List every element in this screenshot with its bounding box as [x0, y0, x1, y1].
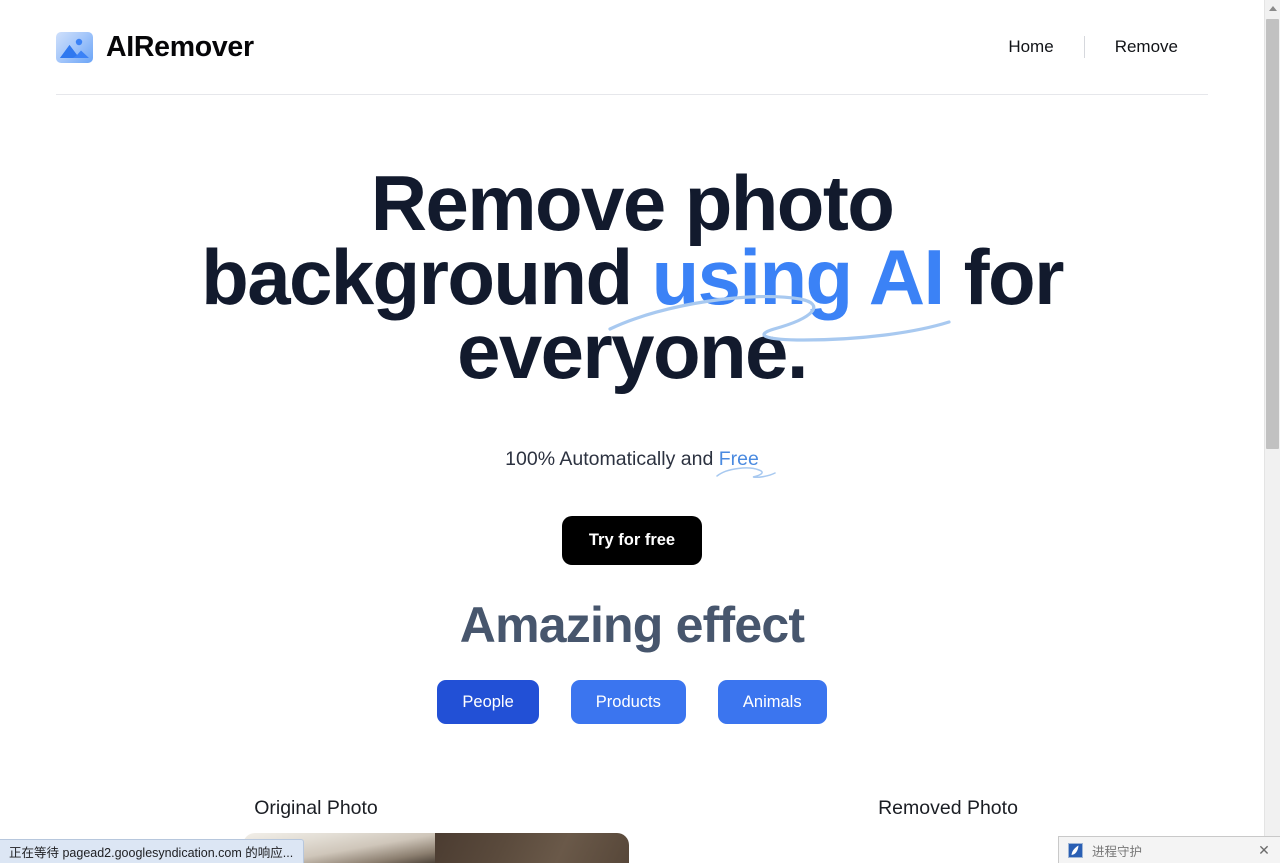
shield-app-icon	[1068, 842, 1083, 858]
close-icon[interactable]: ✕	[1255, 841, 1273, 859]
hero-title-highlight-text: using AI	[651, 233, 946, 321]
hero-subtitle-prefix: 100% Automatically and	[505, 448, 719, 470]
tab-animals[interactable]: Animals	[717, 680, 827, 725]
header-inner: AIRemover Home Remove	[56, 0, 1208, 95]
page-content: AIRemover Home Remove Remove photo backg…	[0, 0, 1264, 863]
nav-link-remove[interactable]: Remove	[1085, 31, 1208, 63]
tab-people[interactable]: People	[437, 680, 539, 725]
amazing-effect-section: Amazing effect People Products Animals	[0, 596, 1264, 725]
photo-preview-right-half	[435, 833, 629, 863]
hero-subtitle-highlight-text: Free	[718, 448, 759, 470]
main-nav: Home Remove	[978, 31, 1208, 63]
nav-link-home[interactable]: Home	[978, 31, 1083, 63]
original-photo-label: Original Photo	[254, 797, 378, 819]
hero-subtitle-highlight: Free	[715, 448, 776, 478]
browser-status-bar: 正在等待 pagead2.googlesyndication.com 的响应..…	[0, 839, 305, 863]
vertical-scrollbar[interactable]	[1264, 0, 1280, 863]
hero-title-highlight: using AI	[608, 233, 951, 342]
tab-products[interactable]: Products	[570, 680, 686, 725]
tray-notification[interactable]: 进程守护 ✕	[1058, 836, 1280, 863]
hero-section: Remove photo background using AI for eve…	[0, 96, 1264, 566]
try-for-free-button[interactable]: Try for free	[561, 516, 703, 566]
removed-photo-column: Removed Photo	[632, 796, 1264, 821]
hero-subtitle: 100% Automatically and Free	[0, 388, 1264, 478]
page-title: Remove photo background using AI for eve…	[152, 96, 1112, 390]
category-tab-group: People Products Animals	[0, 680, 1264, 725]
browser-viewport: AIRemover Home Remove Remove photo backg…	[0, 0, 1280, 863]
tray-notification-title: 进程守护	[1092, 844, 1143, 859]
image-photo-icon	[56, 31, 93, 63]
scrollbar-thumb[interactable]	[1266, 19, 1279, 449]
removed-photo-label: Removed Photo	[878, 797, 1018, 819]
scrollbar-up-arrow-icon[interactable]	[1265, 0, 1280, 17]
site-header: AIRemover Home Remove	[0, 0, 1264, 96]
brand-name: AIRemover	[106, 30, 254, 63]
effect-section-title: Amazing effect	[459, 597, 805, 653]
original-photo-column: Original Photo	[0, 796, 632, 821]
brand-logo[interactable]: AIRemover	[56, 30, 254, 63]
comparison-labels: Original Photo Removed Photo	[0, 796, 1264, 821]
cta-wrapper: Try for free	[0, 472, 1264, 566]
